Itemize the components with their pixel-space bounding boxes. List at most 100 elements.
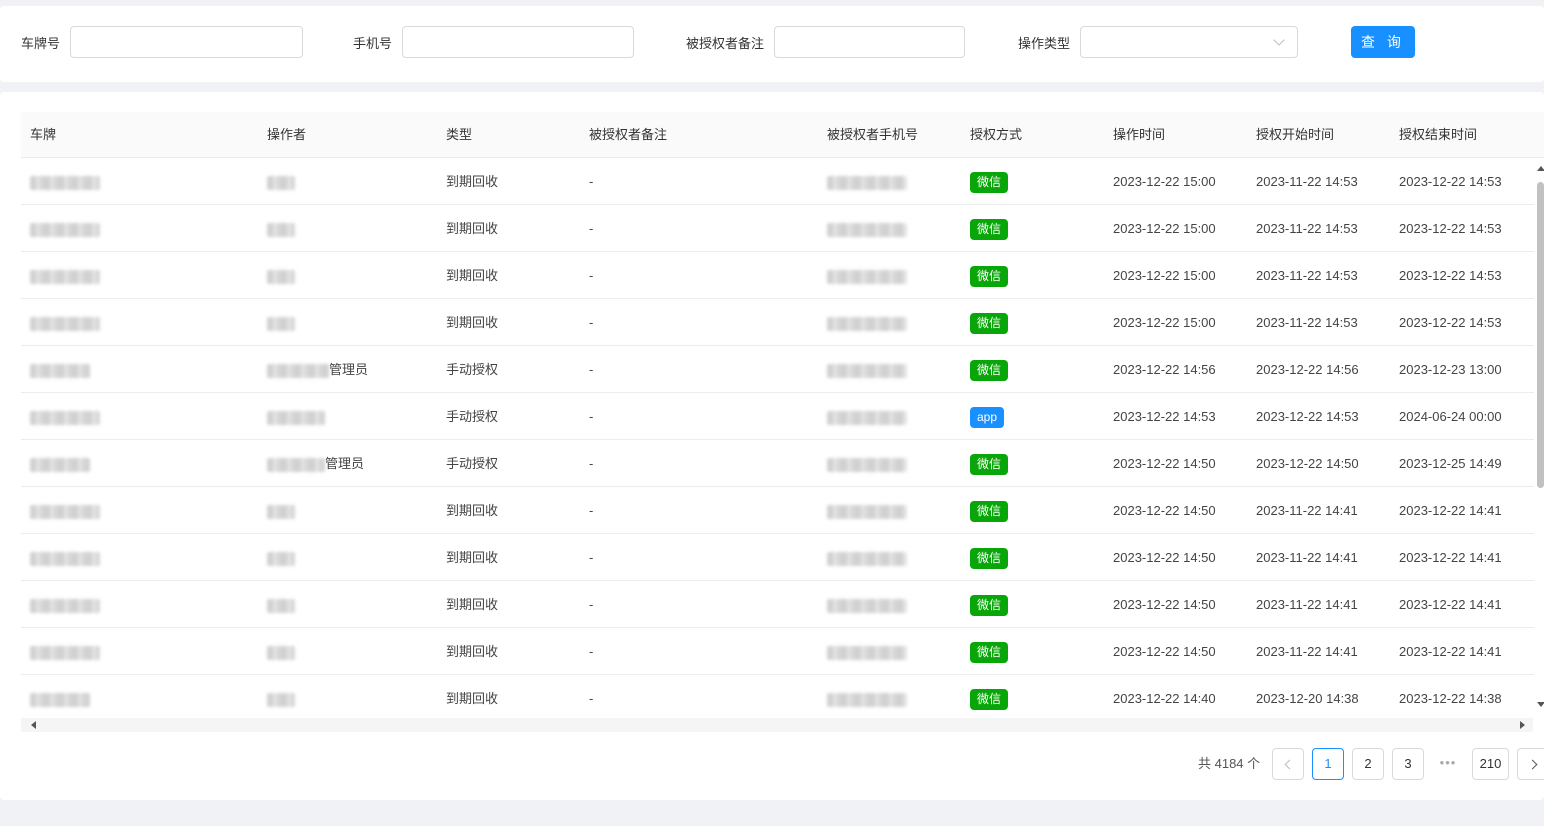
col-op-time: 操作时间	[1113, 127, 1166, 142]
cell-phone	[827, 581, 907, 628]
table-row[interactable]: 到期回收 - 微信 2023-12-22 14:50 2023-11-22 14:41 2…	[21, 487, 1534, 534]
cell-remark: -	[589, 409, 594, 424]
table-row[interactable]: 到期回收 - 微信 2023-12-22 14:50 2023-11-22 14:41 2…	[21, 534, 1534, 581]
cell-plate	[30, 299, 100, 346]
cell-end-time: 2023-12-22 14:41	[1399, 503, 1502, 518]
redacted-plate	[30, 645, 100, 660]
cell-phone	[827, 487, 907, 534]
vertical-scroll-thumb[interactable]	[1537, 182, 1544, 488]
cell-operator: 管理员	[267, 346, 368, 393]
chevron-down-icon	[1273, 34, 1285, 46]
table-row[interactable]: 手动授权 - app 2023-12-22 14:53 2023-12-22 14:53…	[21, 393, 1534, 440]
cell-remark: -	[589, 221, 594, 236]
prev-page-button[interactable]	[1272, 748, 1304, 780]
phone-input[interactable]	[402, 26, 635, 58]
page-last-button[interactable]: 210	[1472, 748, 1509, 780]
cell-remark: -	[589, 362, 594, 377]
cell-operator	[267, 534, 295, 581]
remark-filter: 被授权者备注	[686, 26, 966, 58]
page-1-button[interactable]: 1	[1312, 748, 1344, 780]
cell-phone	[827, 628, 907, 675]
cell-op-time: 2023-12-22 15:00	[1113, 315, 1216, 330]
horizontal-scrollbar[interactable]	[21, 718, 1533, 732]
redacted-operator	[267, 175, 295, 190]
remark-label: 被授权者备注	[686, 35, 765, 51]
phone-filter: 手机号	[353, 26, 635, 58]
page-2-button[interactable]: 2	[1352, 748, 1384, 780]
page-3-button[interactable]: 3	[1392, 748, 1424, 780]
redacted-phone	[827, 316, 907, 331]
table-row[interactable]: 管理员 手动授权 - 微信 2023-12-22 14:56 2023-12-22 14:…	[21, 346, 1534, 393]
scroll-right-icon[interactable]	[1520, 721, 1525, 729]
redacted-operator	[267, 551, 295, 566]
redacted-phone	[827, 645, 907, 660]
cell-start-time: 2023-12-20 14:38	[1256, 691, 1359, 706]
cell-remark: -	[589, 268, 594, 283]
scroll-up-icon[interactable]	[1537, 166, 1544, 171]
redacted-phone	[827, 457, 907, 472]
table-row[interactable]: 到期回收 - 微信 2023-12-22 14:50 2023-11-22 14:41 2…	[21, 628, 1534, 675]
cell-start-time: 2023-11-22 14:53	[1256, 268, 1358, 283]
redacted-phone	[827, 692, 907, 707]
cell-op-time: 2023-12-22 14:56	[1113, 362, 1216, 377]
table-row[interactable]: 到期回收 - 微信 2023-12-22 14:40 2023-12-20 14:38 2…	[21, 675, 1534, 718]
cell-start-time: 2023-11-22 14:53	[1256, 315, 1358, 330]
optype-label: 操作类型	[1018, 35, 1071, 51]
operator-text: 管理员	[325, 456, 365, 471]
optype-select[interactable]	[1080, 26, 1299, 58]
cell-method: 微信	[970, 534, 1009, 581]
cell-type: 到期回收	[446, 691, 499, 706]
total-count: 共 4184 个	[1198, 756, 1261, 771]
cell-plate	[30, 205, 100, 252]
redacted-phone	[827, 504, 907, 519]
redacted-operator	[267, 316, 295, 331]
cell-remark: -	[589, 503, 594, 518]
table-row[interactable]: 到期回收 - 微信 2023-12-22 15:00 2023-11-22 14:53 2…	[21, 252, 1534, 299]
remark-input[interactable]	[774, 26, 966, 58]
table-row[interactable]: 管理员 手动授权 - 微信 2023-12-22 14:50 2023-12-22 14:…	[21, 440, 1534, 487]
cell-op-time: 2023-12-22 14:50	[1113, 597, 1216, 612]
scroll-left-icon[interactable]	[31, 721, 36, 729]
table-row[interactable]: 到期回收 - 微信 2023-12-22 15:00 2023-11-22 14:53 2…	[21, 158, 1534, 205]
cell-phone	[827, 299, 907, 346]
query-button[interactable]: 查 询	[1351, 26, 1415, 58]
cell-end-time: 2023-12-22 14:41	[1399, 644, 1502, 659]
cell-method: 微信	[970, 252, 1009, 299]
cell-start-time: 2023-12-22 14:56	[1256, 362, 1359, 377]
redacted-operator	[267, 269, 295, 284]
scroll-down-icon[interactable]	[1537, 702, 1544, 707]
table-row[interactable]: 到期回收 - 微信 2023-12-22 14:50 2023-11-22 14:41 2…	[21, 581, 1534, 628]
method-tag: 微信	[970, 689, 1009, 711]
cell-operator	[267, 393, 325, 440]
cell-operator	[267, 205, 295, 252]
cell-end-time: 2023-12-25 14:49	[1399, 456, 1502, 471]
redacted-phone	[827, 598, 907, 613]
cell-remark: -	[589, 315, 594, 330]
method-tag: 微信	[970, 642, 1009, 664]
redacted-plate	[30, 598, 100, 613]
cell-method: 微信	[970, 158, 1009, 205]
cell-end-time: 2023-12-22 14:41	[1399, 597, 1502, 612]
cell-plate	[30, 158, 100, 205]
cell-plate	[30, 393, 100, 440]
cell-phone	[827, 346, 907, 393]
redacted-plate	[30, 363, 90, 378]
cell-type: 到期回收	[446, 268, 499, 283]
redacted-plate	[30, 551, 100, 566]
redacted-operator	[267, 410, 325, 425]
redacted-phone	[827, 410, 907, 425]
redacted-plate	[30, 175, 100, 190]
next-page-button[interactable]	[1517, 748, 1544, 780]
cell-end-time: 2023-12-22 14:38	[1399, 691, 1502, 706]
cell-method: 微信	[970, 487, 1009, 534]
cell-plate	[30, 534, 100, 581]
cell-plate	[30, 487, 100, 534]
cell-op-time: 2023-12-22 14:40	[1113, 691, 1216, 706]
plate-input[interactable]	[70, 26, 304, 58]
more-pages-icon[interactable]: •••	[1437, 748, 1459, 780]
table-row[interactable]: 到期回收 - 微信 2023-12-22 15:00 2023-11-22 14:53 2…	[21, 205, 1534, 252]
col-remark: 被授权者备注	[589, 127, 668, 142]
chevron-right-icon	[1527, 759, 1537, 770]
table-row[interactable]: 到期回收 - 微信 2023-12-22 15:00 2023-11-22 14:53 2…	[21, 299, 1534, 346]
method-tag: 微信	[970, 548, 1009, 570]
